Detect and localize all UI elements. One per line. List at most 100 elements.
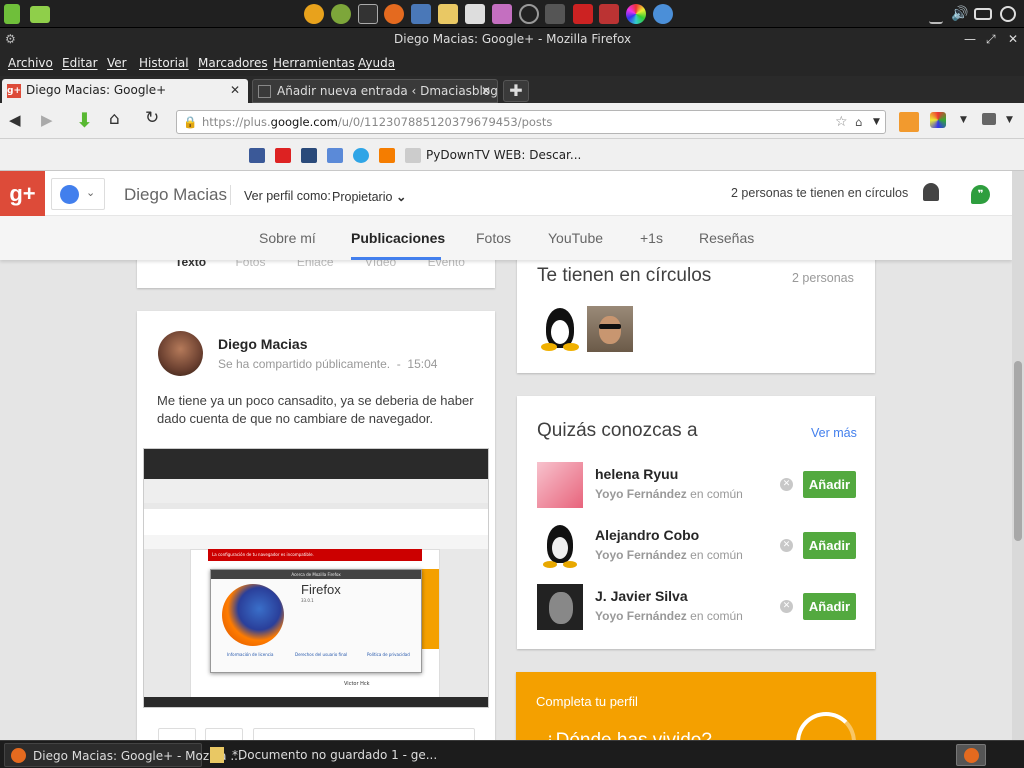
reshare-button[interactable] <box>205 728 243 740</box>
view-profile-select[interactable]: Propietario ⌄ <box>332 189 406 204</box>
dismiss-icon[interactable]: ✕ <box>780 478 793 491</box>
tab-plus-ones[interactable]: +1s <box>640 230 663 246</box>
printer-icon[interactable] <box>599 4 619 24</box>
tab-google-plus[interactable]: g+ Diego Macias: Google+ ✕ <box>2 79 248 103</box>
power-icon[interactable] <box>1000 6 1016 22</box>
facebook-bookmark-icon[interactable] <box>249 148 265 163</box>
person-name[interactable]: helena Ryuu <box>595 466 678 482</box>
url-dropdown-icon[interactable]: ▼ <box>873 111 880 133</box>
rss-icon[interactable] <box>899 112 919 132</box>
page-scrollbar[interactable] <box>1012 171 1024 740</box>
twitter-bookmark-icon[interactable] <box>353 148 369 163</box>
forward-arrow-icon[interactable]: ▶ <box>41 111 53 129</box>
menu-herramientas[interactable]: Herramientas <box>273 56 355 70</box>
home-icon[interactable]: ⌂ <box>109 109 120 129</box>
battery-icon[interactable] <box>974 8 992 20</box>
menu-ver[interactable]: Ver <box>107 56 127 70</box>
dismiss-icon[interactable]: ✕ <box>780 539 793 552</box>
extension-icon[interactable] <box>982 113 996 125</box>
media-player-icon[interactable] <box>519 4 539 24</box>
person-avatar[interactable] <box>537 584 583 630</box>
folder-icon[interactable] <box>30 6 50 23</box>
share-button[interactable] <box>158 728 196 740</box>
tab-about[interactable]: Sobre mí <box>259 230 316 246</box>
account-switcher[interactable]: ⌄ <box>51 178 105 210</box>
close-tab-icon[interactable]: ✕ <box>230 79 240 101</box>
site-bookmark-icon[interactable] <box>301 148 317 163</box>
screenshot-icon[interactable] <box>411 4 431 24</box>
menu-launcher-icon[interactable] <box>4 4 20 24</box>
menu-editar[interactable]: Editar <box>62 56 98 70</box>
menu-historial[interactable]: Historial <box>139 56 189 70</box>
bookmark-star-icon[interactable]: ☆ <box>835 111 848 133</box>
menu-ayuda[interactable]: Ayuda <box>358 56 395 70</box>
person-avatar[interactable] <box>537 462 583 508</box>
url-bar[interactable]: 🔒 https://plus.google.com/u/0/1123078851… <box>176 110 886 134</box>
color-picker-icon[interactable] <box>626 4 646 24</box>
firefox-launcher-icon[interactable] <box>384 4 404 24</box>
hangouts-icon[interactable]: ❞ <box>971 185 990 204</box>
addon-dropdown-icon[interactable]: ▼ <box>960 115 967 125</box>
add-button[interactable]: Añadir <box>803 532 856 559</box>
tool-icon[interactable] <box>304 4 324 24</box>
taskbar-item-firefox[interactable]: Diego Macias: Google+ - Mozilla ... <box>4 743 242 767</box>
common-contact[interactable]: Yoyo Fernández <box>595 609 687 623</box>
comment-input[interactable] <box>253 728 475 740</box>
close-window-icon[interactable]: ✕ <box>1008 28 1018 50</box>
menu-archivo[interactable]: Archivo <box>8 56 53 70</box>
notes-icon[interactable] <box>465 4 485 24</box>
translate-bookmark-icon[interactable] <box>327 148 343 163</box>
taskbar-item-gedit[interactable]: *Documento no guardado 1 - ge... <box>206 743 437 767</box>
camera-icon[interactable] <box>545 4 565 24</box>
youtube-bookmark-icon[interactable] <box>275 148 291 163</box>
circles-count[interactable]: 2 personas <box>792 271 854 285</box>
tab-photos[interactable]: Fotos <box>476 230 511 246</box>
close-tab-icon[interactable]: ✕ <box>481 80 491 102</box>
paint-icon[interactable] <box>492 4 512 24</box>
add-button[interactable]: Añadir <box>803 471 856 498</box>
person-name[interactable]: Alejandro Cobo <box>595 527 699 543</box>
see-more-link[interactable]: Ver más <box>811 426 857 440</box>
text-editor-icon[interactable] <box>438 4 458 24</box>
common-contact[interactable]: Yoyo Fernández <box>595 548 687 562</box>
post-image[interactable]: La configuración de tu navegador es inco… <box>143 448 489 708</box>
chromium-icon[interactable] <box>653 4 673 24</box>
reload-icon[interactable]: ↻ <box>145 108 159 128</box>
volume-icon[interactable]: 🔊 <box>951 4 971 24</box>
tab-dmaciasblog[interactable]: Añadir nueva entrada ‹ Dmaciasblog ... ✕ <box>252 79 498 103</box>
person-avatar[interactable] <box>537 523 583 569</box>
filezilla-icon[interactable] <box>573 4 593 24</box>
common-contact[interactable]: Yoyo Fernández <box>595 487 687 501</box>
person-name[interactable]: J. Javier Silva <box>595 588 688 604</box>
new-tab-button[interactable]: ✚ <box>503 80 529 102</box>
author-avatar[interactable] <box>158 331 203 376</box>
tab-reviews[interactable]: Reseñas <box>699 230 754 246</box>
settings-gear-icon[interactable]: ⚙ <box>5 28 16 50</box>
dismiss-icon[interactable]: ✕ <box>780 600 793 613</box>
addon-icon[interactable] <box>930 112 946 128</box>
minimize-icon[interactable]: — <box>964 28 976 50</box>
circles-status[interactable]: 2 personas te tienen en círculos <box>731 186 908 200</box>
menu-marcadores[interactable]: Marcadores <box>198 56 268 70</box>
pydowntv-bookmark-icon[interactable] <box>405 148 421 163</box>
back-arrow-icon[interactable]: ◀ <box>9 111 21 129</box>
blogger-bookmark-icon[interactable] <box>379 148 395 163</box>
scrollbar-thumb[interactable] <box>1014 361 1022 541</box>
complete-profile-card[interactable]: Completa tu perfil ¿Dónde has vivido? <box>516 672 876 740</box>
image-viewer-icon[interactable] <box>331 4 351 24</box>
download-arrow-icon[interactable]: ⬇ <box>76 108 93 132</box>
tux-avatar[interactable] <box>537 306 583 352</box>
bookmark-label[interactable]: PyDownTV WEB: Descar... <box>426 148 581 162</box>
notifications-bell-icon[interactable] <box>923 183 939 201</box>
post-author-name[interactable]: Diego Macias <box>218 336 307 352</box>
add-button[interactable]: Añadir <box>803 593 856 620</box>
terminal-icon[interactable] <box>358 4 378 24</box>
user-avatar[interactable] <box>587 306 633 352</box>
menu-dropdown-icon[interactable]: ▼ <box>1006 115 1013 125</box>
maximize-icon[interactable]: ⤢ <box>986 28 996 50</box>
site-info-icon[interactable]: ⌂ <box>855 111 862 133</box>
tab-posts[interactable]: Publicaciones <box>351 230 445 246</box>
tab-youtube[interactable]: YouTube <box>548 230 603 246</box>
gplus-logo[interactable]: g+ <box>0 171 45 216</box>
tray-firefox-icon[interactable] <box>956 744 986 766</box>
